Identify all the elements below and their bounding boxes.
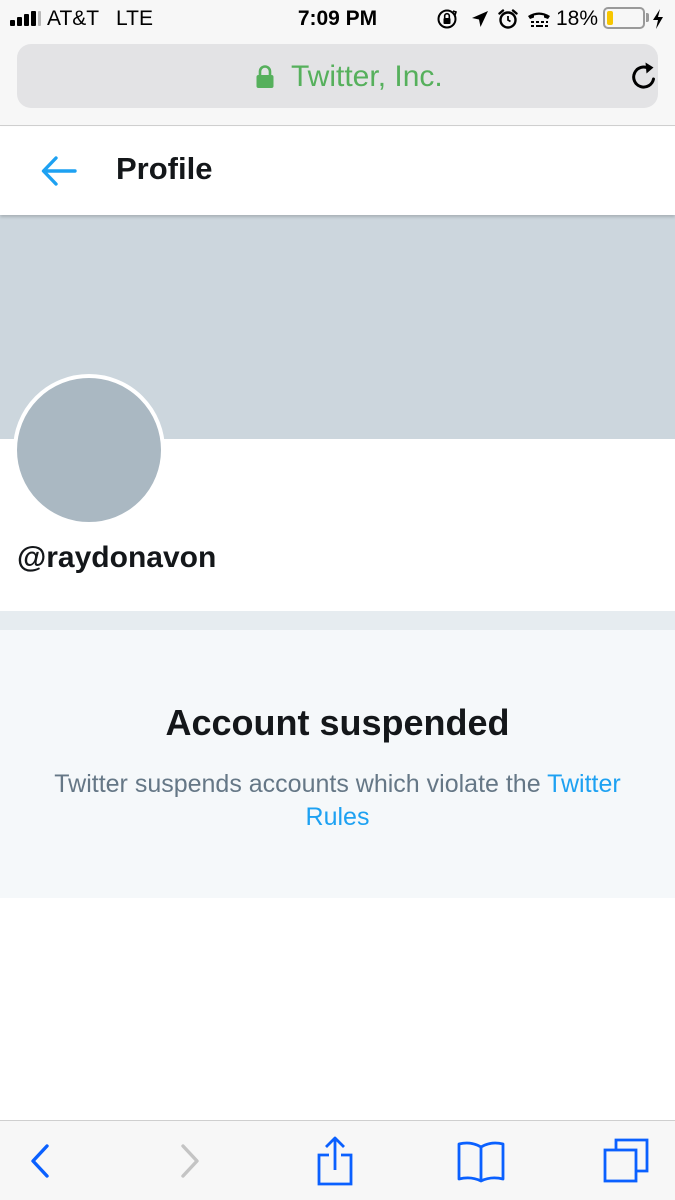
bookmarks-button[interactable] bbox=[446, 1121, 516, 1200]
suspended-message: Twitter suspends accounts which violate … bbox=[30, 768, 645, 834]
profile-handle: @raydonavon bbox=[17, 541, 217, 574]
share-icon bbox=[317, 1136, 353, 1186]
suspended-notice: Account suspended Twitter suspends accou… bbox=[0, 630, 675, 898]
url-label: Twitter, Inc. bbox=[291, 60, 443, 93]
tabs-icon bbox=[603, 1138, 649, 1183]
browser-address-area: Twitter, Inc. bbox=[0, 40, 675, 126]
forward-chevron-icon bbox=[181, 1144, 199, 1178]
charging-bolt-icon bbox=[653, 9, 663, 29]
battery-icon bbox=[603, 7, 645, 29]
back-button[interactable] bbox=[8, 1121, 72, 1200]
suspended-message-text: Twitter suspends accounts which violate … bbox=[54, 770, 548, 798]
share-button[interactable] bbox=[303, 1121, 367, 1200]
tabs-button[interactable] bbox=[591, 1121, 661, 1200]
page-title: Profile bbox=[116, 151, 213, 186]
profile-header: Profile bbox=[0, 127, 675, 215]
avatar bbox=[13, 374, 165, 526]
forward-button[interactable] bbox=[158, 1121, 222, 1200]
orientation-lock-icon bbox=[437, 9, 458, 29]
battery-percent: 18% bbox=[556, 7, 599, 30]
battery-nub bbox=[646, 13, 649, 22]
section-divider bbox=[0, 611, 675, 630]
battery-level bbox=[607, 11, 613, 25]
reload-icon[interactable] bbox=[626, 59, 662, 95]
back-arrow-icon[interactable] bbox=[40, 154, 78, 188]
back-chevron-icon bbox=[31, 1144, 49, 1178]
location-arrow-icon bbox=[472, 11, 488, 27]
alarm-clock-icon bbox=[498, 9, 518, 29]
lock-icon bbox=[256, 65, 274, 88]
address-bar[interactable]: Twitter, Inc. bbox=[17, 44, 658, 108]
bookmarks-icon bbox=[457, 1141, 505, 1183]
browser-toolbar bbox=[0, 1120, 675, 1200]
tty-icon bbox=[528, 12, 550, 27]
status-bar: AT&T LTE 7:09 PM 18% bbox=[0, 0, 675, 40]
suspended-title: Account suspended bbox=[165, 702, 510, 743]
